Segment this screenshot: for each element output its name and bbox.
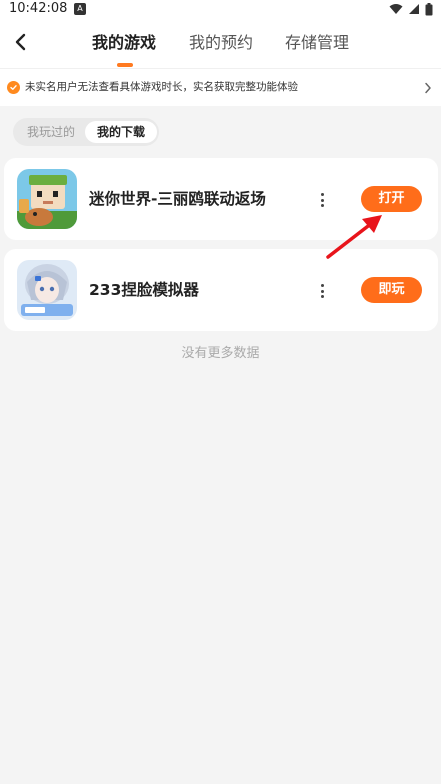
top-nav: 我的游戏 我的预约 存储管理 [0, 18, 441, 68]
signal-icon [409, 4, 419, 14]
battery-icon [425, 2, 433, 15]
face-simulator-icon [17, 260, 77, 320]
segment-downloads[interactable]: 我的下载 [85, 121, 157, 143]
shield-check-icon [7, 81, 20, 94]
notice-text: 未实名用户无法查看具体游戏时长，实名获取完整功能体验 [25, 81, 298, 93]
segment-played[interactable]: 我玩过的 [16, 121, 86, 143]
annotation-arrow-icon [326, 215, 382, 259]
status-bar: 10:42:08 A [0, 0, 441, 18]
filter-segment: 我玩过的 我的下载 [13, 118, 159, 146]
tab-my-reservations[interactable]: 我的预约 [189, 32, 253, 54]
no-more-data-text: 没有更多数据 [181, 346, 260, 361]
mini-world-icon [17, 169, 77, 229]
chevron-left-icon [15, 33, 26, 51]
status-icons [389, 2, 433, 16]
back-button[interactable] [6, 28, 34, 56]
realname-notice[interactable]: 未实名用户无法查看具体游戏时长，实名获取完整功能体验 [0, 68, 441, 106]
status-time: 10:42:08 [9, 1, 68, 16]
wifi-icon [389, 4, 403, 14]
tab-storage-management[interactable]: 存储管理 [285, 32, 349, 54]
notification-app-icon: A [74, 3, 86, 15]
tab-my-games[interactable]: 我的游戏 [92, 32, 156, 54]
game-name: 迷你世界-三丽鸥联动返场 [89, 190, 266, 208]
chevron-right-icon [421, 80, 435, 96]
play-button[interactable]: 即玩 [361, 277, 422, 303]
active-tab-indicator [117, 63, 133, 67]
more-options-button[interactable] [314, 280, 330, 302]
game-name: 233捏脸模拟器 [89, 281, 199, 299]
